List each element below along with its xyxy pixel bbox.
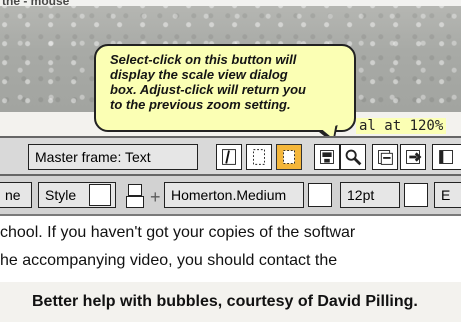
style-menu-icon[interactable] — [89, 184, 111, 206]
save-button[interactable] — [314, 144, 340, 170]
right-partial-field[interactable]: E — [434, 182, 461, 208]
document-line-1: chool. If you haven't got your copies of… — [0, 224, 356, 241]
frame-select-icon — [222, 149, 236, 165]
frame-select-button[interactable] — [216, 144, 242, 170]
formatting-toolbar: ne Style + Homerton.Medium 12pt E — [0, 176, 461, 216]
toolbar-overflow-button[interactable] — [432, 144, 461, 170]
panel-icon — [439, 150, 453, 164]
canvas-top-strip: the - mouse — [0, 0, 461, 8]
frame-highlight-icon — [283, 150, 295, 164]
font-size-field[interactable]: 12pt — [340, 182, 400, 208]
left-partial-field[interactable]: ne — [0, 182, 32, 208]
alignment-icon-lower — [126, 196, 144, 208]
frame-box-icon — [253, 149, 265, 165]
font-menu-icon[interactable] — [308, 183, 332, 207]
style-label: Style — [45, 187, 77, 203]
plus-separator-icon: + — [150, 187, 161, 207]
font-value: Homerton.Medium — [171, 187, 287, 203]
figure-caption: Better help with bubbles, courtesy of Da… — [0, 282, 461, 322]
font-size-value: 12pt — [347, 187, 375, 203]
master-frame-label: Master frame: Text — [35, 149, 151, 165]
frame-highlight-button[interactable] — [276, 144, 302, 170]
copy-icon — [378, 150, 393, 165]
document-line-2: he accompanying video, you should contac… — [0, 252, 338, 269]
alignment-control[interactable] — [124, 182, 148, 208]
zoom-magnifier-icon — [345, 149, 362, 166]
top-toolbar: Master frame: Text — [0, 136, 461, 176]
font-selector[interactable]: Homerton.Medium — [164, 182, 304, 208]
import-button[interactable] — [400, 144, 426, 170]
master-frame-field[interactable]: Master frame: Text — [28, 144, 198, 170]
canvas-top-text: the - mouse — [2, 0, 70, 8]
right-partial-label: E — [441, 187, 451, 203]
help-bubble: Select-click on this button will display… — [94, 44, 356, 132]
frame-box-button[interactable] — [246, 144, 272, 170]
font-size-menu-icon[interactable] — [404, 183, 428, 207]
zoom-status-text: al at 120% — [356, 118, 447, 134]
style-selector[interactable]: Style — [38, 182, 116, 208]
help-bubble-text: Select-click on this button will display… — [110, 52, 306, 112]
caption-text: Better help with bubbles, courtesy of Da… — [32, 293, 418, 310]
import-icon — [406, 150, 422, 164]
alignment-icon — [128, 184, 142, 196]
scale-view-button[interactable] — [340, 144, 366, 170]
save-icon — [320, 150, 334, 164]
left-partial-label: ne — [5, 187, 21, 203]
copy-button[interactable] — [372, 144, 398, 170]
document-area[interactable]: chool. If you haven't got your copies of… — [0, 216, 461, 282]
